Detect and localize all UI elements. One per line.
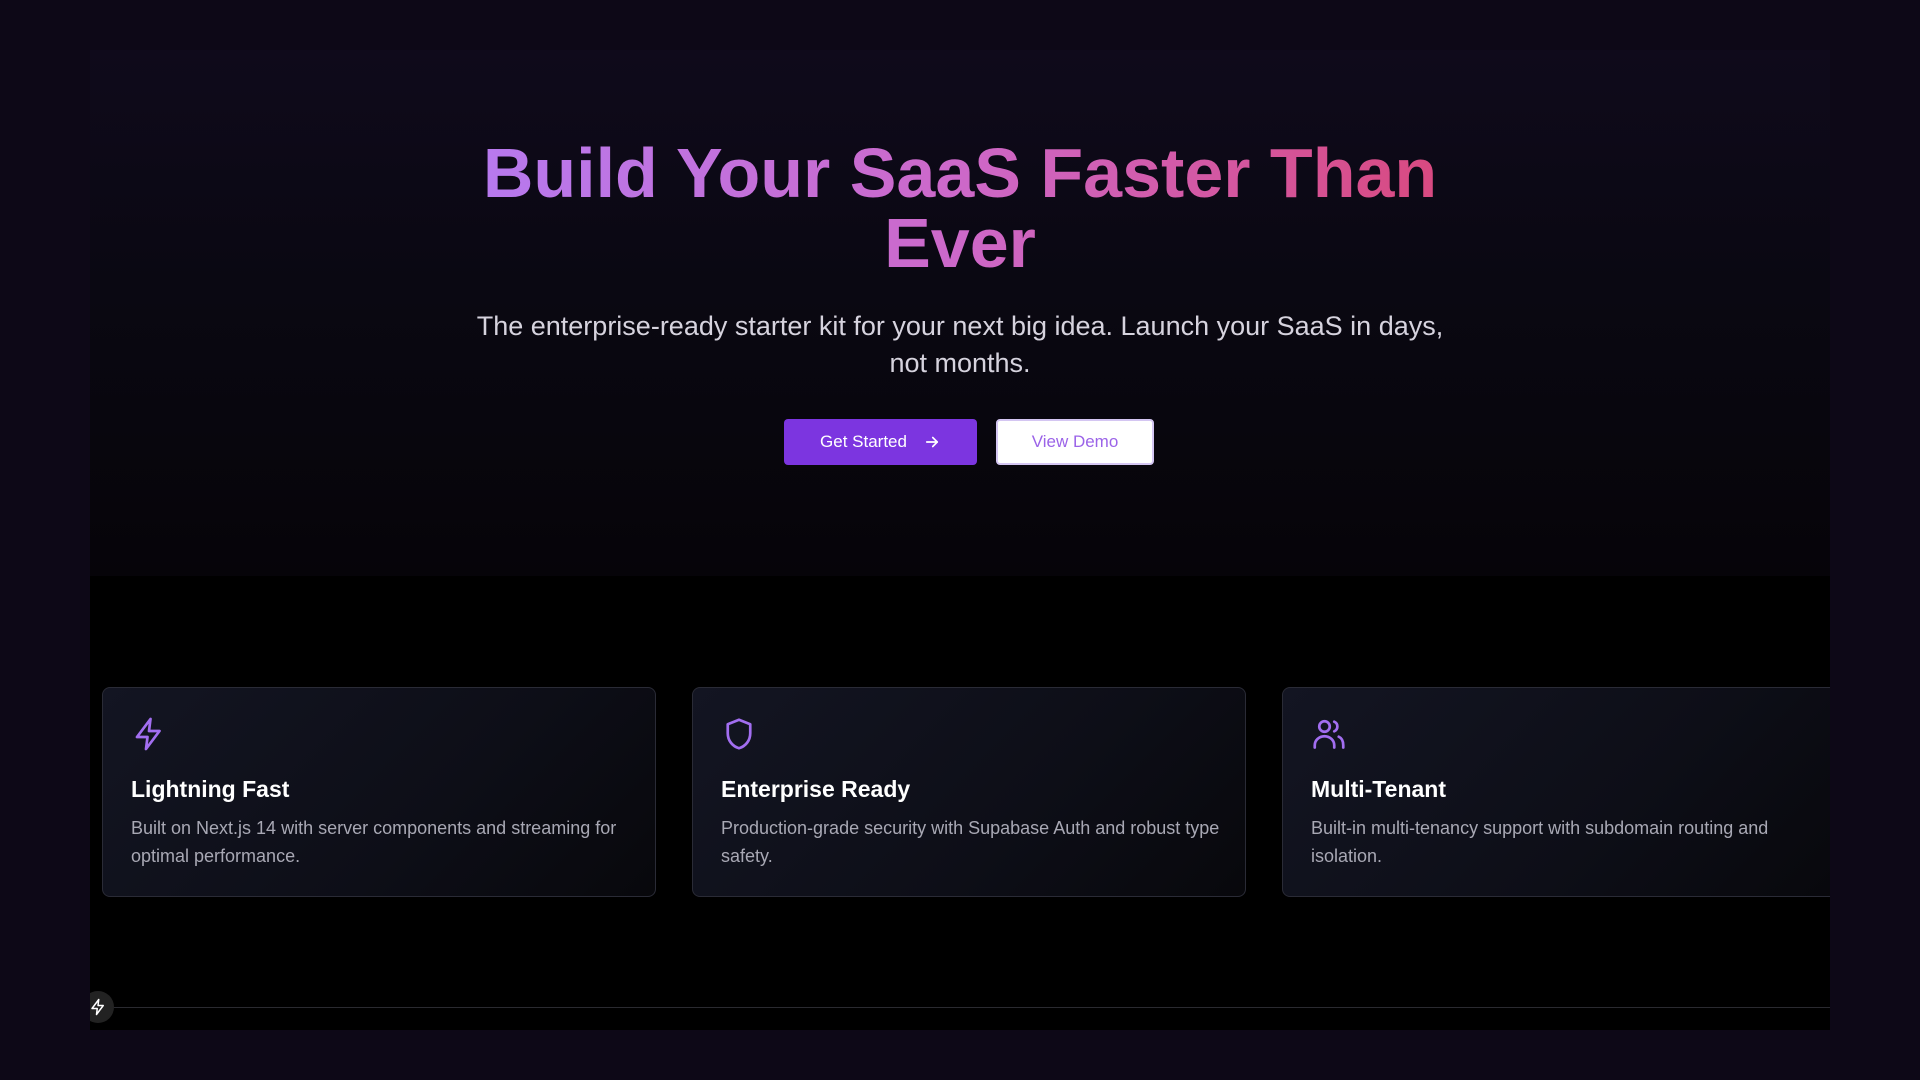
page-frame: Build Your SaaS Faster Than Ever The ent… — [90, 50, 1830, 1030]
feature-title: Enterprise Ready — [721, 776, 911, 802]
get-started-button[interactable]: Get Started — [784, 419, 977, 465]
hero-subtitle: The enterprise-ready starter kit for you… — [476, 311, 1444, 378]
view-demo-button[interactable]: View Demo — [996, 419, 1154, 465]
hero-section: Build Your SaaS Faster Than Ever The ent… — [90, 50, 1830, 576]
arrow-right-icon — [925, 436, 939, 448]
footer-lightning-button[interactable] — [90, 991, 114, 1023]
feature-card-lightning: Lightning Fast Built on Next.js 14 with … — [102, 687, 656, 897]
feature-description: Production-grade security with Supabase … — [721, 818, 1220, 866]
feature-description: Built-in multi-tenancy support with subd… — [1311, 818, 1769, 866]
footer-divider — [90, 1007, 1830, 1008]
hero-title: Build Your SaaS Faster Than Ever — [460, 138, 1460, 278]
get-started-label: Get Started — [820, 432, 907, 451]
lightning-icon — [91, 998, 104, 1016]
feature-description: Built on Next.js 14 with server componen… — [131, 818, 617, 866]
feature-card-enterprise: Enterprise Ready Production-grade securi… — [692, 687, 1246, 897]
shield-icon — [721, 716, 757, 752]
feature-card-multitenant: Multi-Tenant Built-in multi-tenancy supp… — [1282, 687, 1830, 897]
users-icon — [1311, 716, 1347, 752]
feature-title: Multi-Tenant — [1311, 776, 1446, 802]
lightning-icon — [131, 716, 167, 752]
feature-title: Lightning Fast — [131, 776, 290, 802]
